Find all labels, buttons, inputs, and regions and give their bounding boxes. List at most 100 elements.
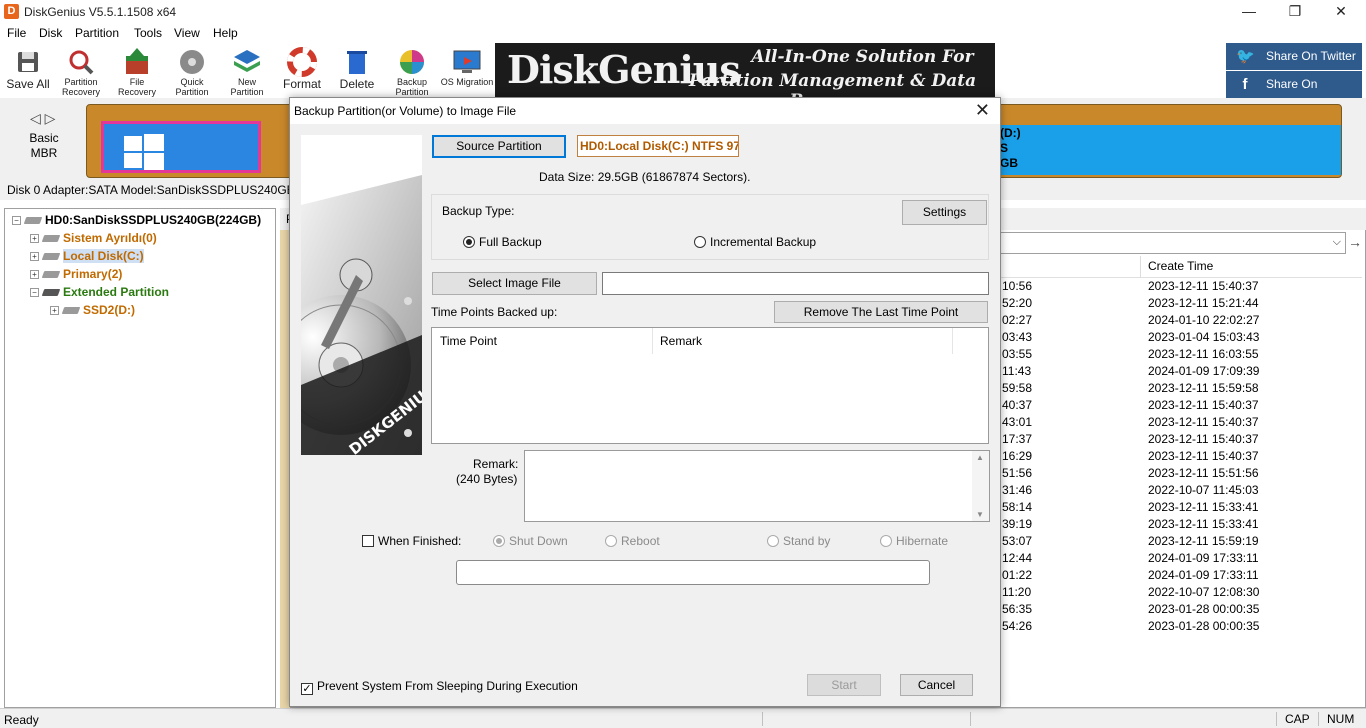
source-partition-button[interactable]: Source Partition <box>432 135 566 158</box>
column-divider[interactable] <box>952 328 953 354</box>
expand-icon[interactable]: + <box>30 252 39 262</box>
dialog-close-button[interactable]: ✕ <box>975 100 990 121</box>
share-twitter-button[interactable]: 🐦 Share On Twitter <box>1226 43 1362 70</box>
image-path-input[interactable] <box>602 272 989 295</box>
table-row[interactable]: 03:55 2023-12-11 16:03:55 <box>996 347 1362 364</box>
promo-banner[interactable]: DiskGenius All-In-One Solution For Parti… <box>495 43 995 97</box>
table-row[interactable]: 53:07 2023-12-11 15:59:19 <box>996 534 1362 551</box>
table-row[interactable]: 52:20 2023-12-11 15:21:44 <box>996 296 1362 313</box>
table-row[interactable]: 12:44 2024-01-09 17:33:11 <box>996 551 1362 568</box>
table-row[interactable]: 02:27 2024-01-10 22:02:27 <box>996 313 1362 330</box>
time-points-list[interactable]: Time Point Remark <box>431 327 989 444</box>
col-time-point[interactable]: Time Point <box>440 334 497 348</box>
start-button[interactable]: Start <box>807 674 881 696</box>
incremental-backup-radio[interactable]: Incremental Backup <box>694 235 816 249</box>
radio-icon[interactable] <box>880 535 892 547</box>
scroll-up-icon[interactable]: ▲ <box>976 453 984 462</box>
format-button[interactable]: Format <box>274 47 330 91</box>
remark-textarea[interactable]: ▲ ▼ <box>524 450 990 522</box>
tree-root[interactable]: − HD0:SanDiskSSDPLUS240GB(224GB) <box>12 213 261 227</box>
table-row[interactable]: 54:26 2023-01-28 00:00:35 <box>996 619 1362 636</box>
checkbox-icon[interactable]: ✓ <box>301 683 313 695</box>
checkbox-icon[interactable] <box>362 535 374 547</box>
menu-view[interactable]: View <box>174 26 200 40</box>
table-row[interactable]: 10:56 2023-12-11 15:40:37 <box>996 279 1362 296</box>
partition-c-block[interactable] <box>101 121 261 173</box>
menu-disk[interactable]: Disk <box>39 26 62 40</box>
os-migration-button[interactable]: OS Migration <box>439 47 495 87</box>
when-finished-checkbox[interactable]: When Finished: <box>362 534 461 548</box>
shut-down-radio[interactable]: Shut Down <box>493 534 568 548</box>
table-row[interactable]: 56:35 2023-01-28 00:00:35 <box>996 602 1362 619</box>
path-input[interactable]: ⌵ <box>996 232 1346 254</box>
save-all-button[interactable]: Save All <box>0 47 56 91</box>
settings-button[interactable]: Settings <box>902 200 987 225</box>
menu-tools[interactable]: Tools <box>134 26 162 40</box>
minimize-button[interactable]: — <box>1226 0 1272 24</box>
go-arrow-button[interactable]: → <box>1348 232 1364 254</box>
table-row[interactable]: 43:01 2023-12-11 15:40:37 <box>996 415 1362 432</box>
menu-file[interactable]: File <box>7 26 26 40</box>
menu-help[interactable]: Help <box>213 26 238 40</box>
menu-partition[interactable]: Partition <box>75 26 119 40</box>
table-row[interactable]: 51:56 2023-12-11 15:51:56 <box>996 466 1362 483</box>
remove-last-time-point-button[interactable]: Remove The Last Time Point <box>774 301 988 323</box>
table-row[interactable]: 31:46 2022-10-07 11:45:03 <box>996 483 1362 500</box>
delete-button[interactable]: Delete <box>329 47 385 91</box>
close-button[interactable]: ✕ <box>1318 0 1364 24</box>
expand-icon[interactable]: + <box>30 270 39 280</box>
collapse-icon[interactable]: − <box>12 216 21 226</box>
table-row[interactable]: 11:43 2024-01-09 17:09:39 <box>996 364 1362 381</box>
tree-item-ssd2[interactable]: + SSD2(D:) <box>50 303 135 317</box>
file-recovery-button[interactable]: File Recovery <box>109 47 165 97</box>
table-row[interactable]: 59:58 2023-12-11 15:59:58 <box>996 381 1362 398</box>
app-logo-icon: D <box>4 4 19 19</box>
next-disk-icon[interactable]: ▷ <box>45 110 56 126</box>
new-partition-button[interactable]: New Partition <box>219 47 275 97</box>
radio-icon[interactable] <box>605 535 617 547</box>
column-divider[interactable] <box>1140 256 1141 278</box>
prev-disk-icon[interactable]: ◁ <box>30 110 41 126</box>
table-row[interactable]: 39:19 2023-12-11 15:33:41 <box>996 517 1362 534</box>
share-facebook-button[interactable]: f Share On Facebook <box>1226 71 1362 118</box>
row-modify-time: 31:46 <box>1002 483 1033 497</box>
reboot-radio[interactable]: Reboot <box>605 534 660 548</box>
radio-icon[interactable] <box>463 236 475 248</box>
tree-item-primary[interactable]: + Primary(2) <box>30 267 122 281</box>
column-divider[interactable] <box>652 328 653 354</box>
select-image-file-button[interactable]: Select Image File <box>432 272 597 295</box>
partition-d-block[interactable] <box>997 125 1341 175</box>
table-row[interactable]: 16:29 2023-12-11 15:40:37 <box>996 449 1362 466</box>
stand-by-radio[interactable]: Stand by <box>767 534 830 548</box>
tree-item-sistem[interactable]: + Sistem Ayrıldı(0) <box>30 231 157 245</box>
scroll-down-icon[interactable]: ▼ <box>976 510 984 519</box>
remark-scrollbar[interactable]: ▲ ▼ <box>972 451 989 521</box>
disk-nav-arrows[interactable]: ◁ ▷ <box>30 110 55 127</box>
expand-icon[interactable]: + <box>30 234 39 244</box>
full-backup-radio[interactable]: Full Backup <box>463 235 542 249</box>
table-row[interactable]: 58:14 2023-12-11 15:33:41 <box>996 500 1362 517</box>
table-row[interactable]: 17:37 2023-12-11 15:40:37 <box>996 432 1362 449</box>
radio-icon[interactable] <box>493 535 505 547</box>
window-title: DiskGenius V5.5.1.1508 x64 <box>24 5 177 19</box>
cancel-button[interactable]: Cancel <box>900 674 973 696</box>
restore-button[interactable]: ❐ <box>1272 0 1318 24</box>
tree-item-extended[interactable]: − Extended Partition <box>30 285 169 299</box>
table-row[interactable]: 40:37 2023-12-11 15:40:37 <box>996 398 1362 415</box>
hibernate-radio[interactable]: Hibernate <box>880 534 948 548</box>
chevron-down-icon[interactable]: ⌵ <box>1333 236 1341 249</box>
col-remark[interactable]: Remark <box>660 334 702 348</box>
prevent-sleep-checkbox[interactable]: ✓ Prevent System From Sleeping During Exe… <box>301 679 578 695</box>
expand-icon[interactable]: + <box>50 306 59 316</box>
quick-partition-button[interactable]: Quick Partition <box>164 47 220 97</box>
radio-icon[interactable] <box>767 535 779 547</box>
table-row[interactable]: 11:20 2022-10-07 12:08:30 <box>996 585 1362 602</box>
tree-item-local-disk-c[interactable]: + Local Disk(C:) <box>30 249 144 263</box>
radio-icon[interactable] <box>694 236 706 248</box>
partition-recovery-button[interactable]: Partition Recovery <box>53 47 109 97</box>
table-row[interactable]: 03:43 2023-01-04 15:03:43 <box>996 330 1362 347</box>
backup-partition-button[interactable]: Backup Partition <box>384 47 440 97</box>
col-create-time[interactable]: Create Time <box>1148 259 1213 273</box>
collapse-icon[interactable]: − <box>30 288 39 298</box>
table-row[interactable]: 01:22 2024-01-09 17:33:11 <box>996 568 1362 585</box>
